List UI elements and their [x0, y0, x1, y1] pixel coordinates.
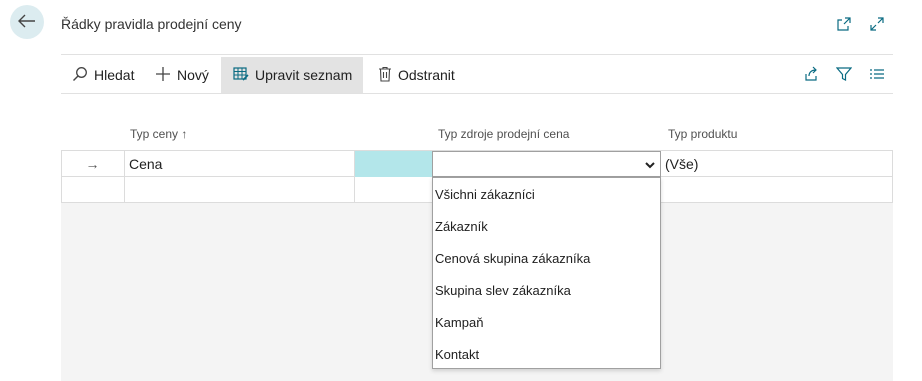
grid-right-border	[892, 150, 893, 203]
search-icon	[72, 66, 88, 85]
row-marker-cell[interactable]	[61, 177, 125, 203]
plus-icon	[155, 66, 171, 85]
trash-icon	[378, 66, 392, 85]
product-type-cell[interactable]	[661, 177, 893, 203]
back-arrow-icon	[18, 14, 36, 31]
dropdown-option[interactable]: Cenová skupina zákazníka	[435, 251, 590, 266]
dropdown-option[interactable]: Zákazník	[435, 219, 488, 234]
grid-left-border	[61, 150, 62, 203]
sort-ascending-icon: ↑	[181, 127, 188, 141]
delete-button[interactable]: Odstranit	[378, 57, 455, 93]
toolbar-divider	[61, 93, 893, 94]
selected-cell[interactable]	[355, 151, 432, 177]
dropdown-option[interactable]: Všichni zákazníci	[435, 187, 535, 202]
edit-list-icon	[233, 66, 249, 85]
new-button[interactable]: Nový	[155, 57, 209, 93]
column-header-source-type[interactable]: Typ zdroje prodejní cena	[438, 127, 569, 141]
column-header-price-type[interactable]: Typ ceny ↑	[130, 127, 187, 141]
list-view-icon[interactable]	[869, 66, 885, 82]
price-type-header-label: Typ ceny	[130, 127, 179, 141]
table-row[interactable]: → Cena (Vše)	[61, 151, 893, 177]
price-type-cell[interactable]	[125, 177, 355, 203]
price-type-cell[interactable]: Cena	[125, 151, 355, 177]
share-icon[interactable]	[803, 66, 819, 82]
edit-list-button[interactable]: Upravit seznam	[221, 57, 363, 93]
source-type-dropdown-list: Všichni zákazníci Zákazník Cenová skupin…	[432, 177, 661, 369]
product-type-cell[interactable]: (Vše)	[661, 151, 893, 177]
new-label: Nový	[177, 67, 209, 83]
dropdown-option[interactable]: Kampaň	[435, 315, 483, 330]
back-button[interactable]	[10, 5, 44, 39]
search-button[interactable]: Hledat	[72, 57, 134, 93]
source-type-select[interactable]	[432, 151, 661, 177]
open-new-window-icon[interactable]	[836, 16, 852, 32]
dropdown-option[interactable]: Kontakt	[435, 347, 479, 362]
search-label: Hledat	[94, 67, 135, 83]
edit-list-label: Upravit seznam	[255, 67, 353, 83]
row-arrow-icon[interactable]: →	[61, 151, 125, 177]
chevron-down-icon	[644, 158, 656, 174]
header-divider	[61, 54, 893, 55]
expand-icon[interactable]	[869, 16, 885, 32]
column-header-product-type[interactable]: Typ produktu	[668, 127, 737, 141]
dropdown-option[interactable]: Skupina slev zákazníka	[435, 283, 571, 298]
page-title: Řádky pravidla prodejní ceny	[61, 16, 242, 32]
delete-label: Odstranit	[398, 67, 455, 83]
filter-icon[interactable]	[836, 66, 852, 82]
